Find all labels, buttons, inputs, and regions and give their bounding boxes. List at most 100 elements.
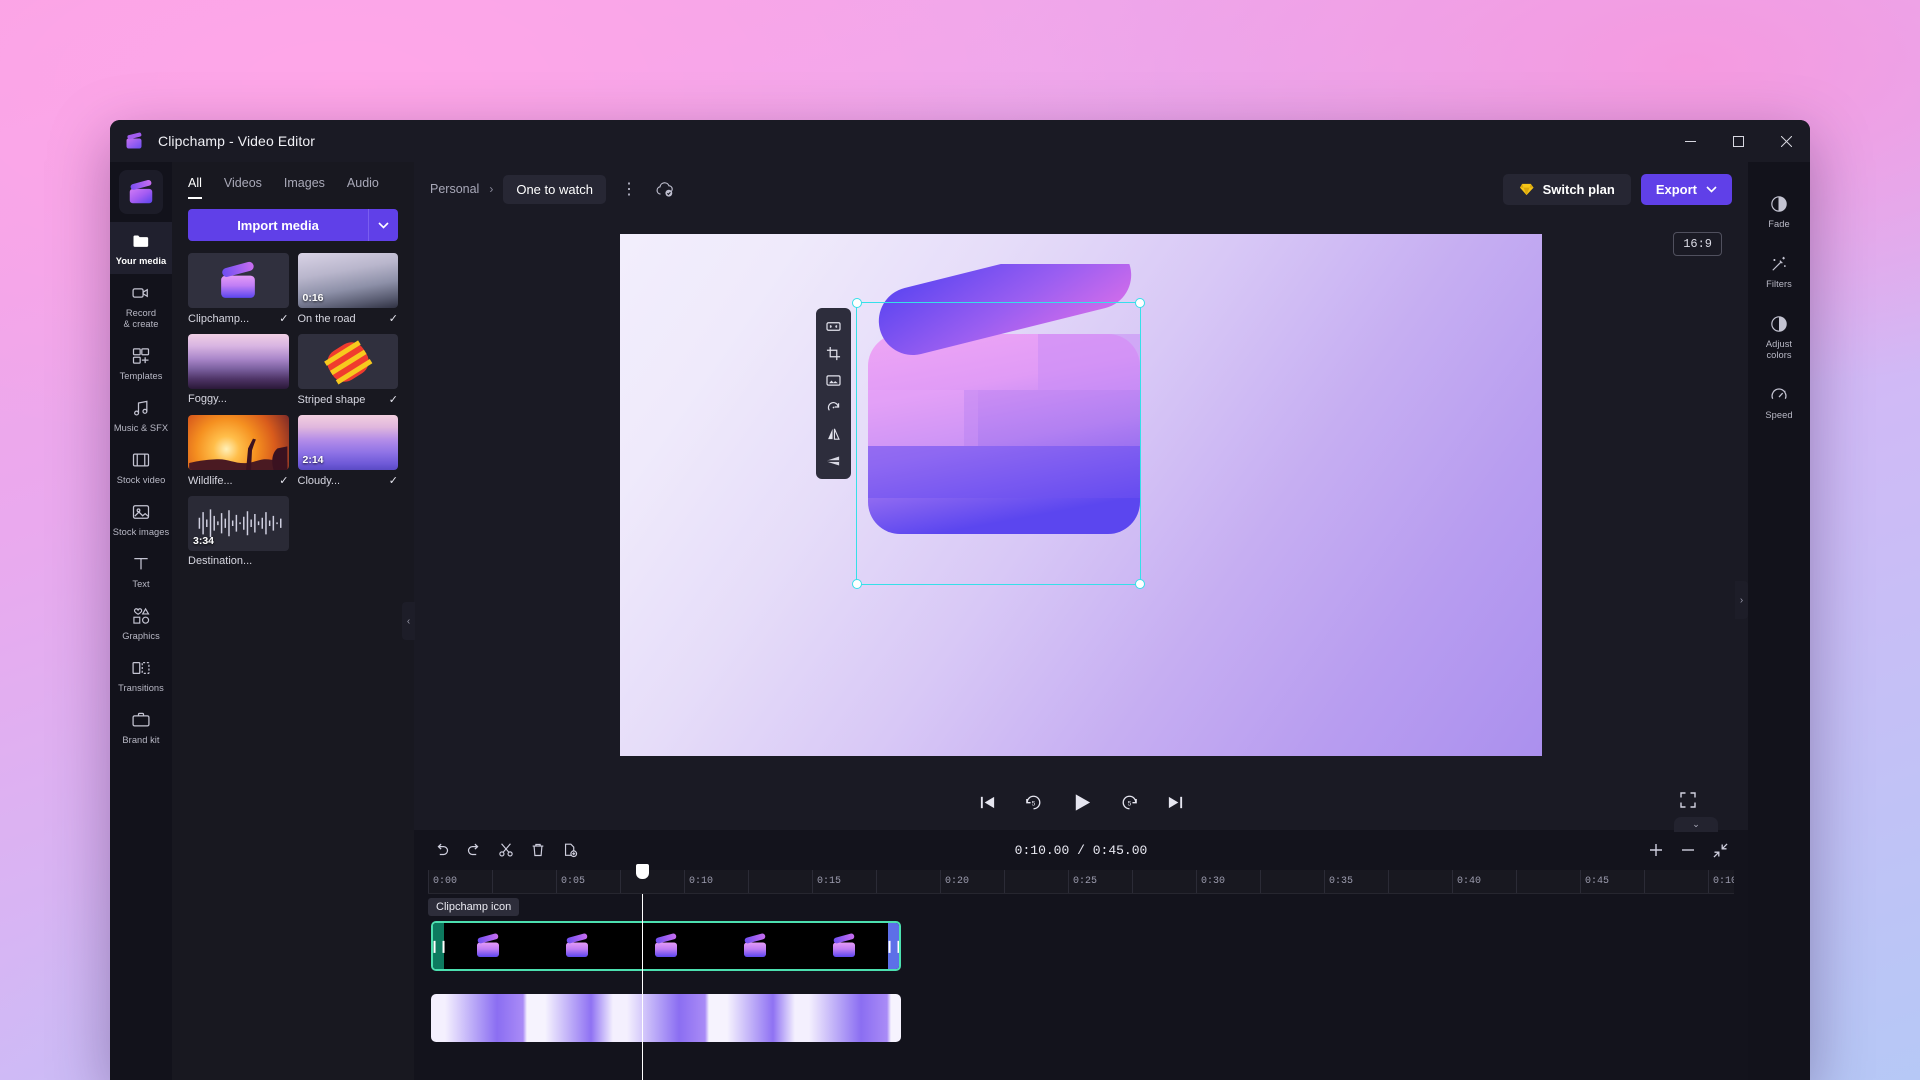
media-item-meta: Striped shape ✓	[298, 393, 399, 407]
right-rail-collapse-button[interactable]: ›	[1735, 581, 1748, 619]
trim-handle-right[interactable]: ❙❙	[884, 923, 899, 969]
breadcrumb-personal[interactable]: Personal	[430, 182, 479, 196]
rotate-icon[interactable]	[821, 396, 847, 418]
media-filter-tabs: All Videos Images Audio	[172, 162, 414, 199]
clip-frame-strip	[444, 923, 888, 969]
import-media-button[interactable]: Import media	[188, 209, 368, 241]
svg-text:5: 5	[1127, 800, 1131, 807]
ruler-tick: 0:00	[428, 870, 457, 893]
resize-handle-top-left[interactable]	[852, 298, 862, 308]
tool-speed[interactable]: Speed	[1748, 373, 1810, 433]
video-clip[interactable]: ❙❙ ❙❙	[431, 921, 901, 971]
sidebar-item-brand-kit[interactable]: Brand kit	[110, 701, 172, 753]
delete-trash-icon[interactable]	[524, 837, 552, 863]
skip-to-end-icon[interactable]	[1167, 794, 1184, 811]
cloud-check-icon[interactable]	[652, 176, 678, 202]
diamond-gem-icon	[1519, 183, 1534, 195]
media-grid: Clipchamp... ✓ 0:16 On the road ✓ Foggy.…	[172, 253, 414, 567]
media-item[interactable]: 2:14 Cloudy... ✓	[297, 415, 398, 487]
fit-to-width-icon[interactable]	[821, 315, 847, 337]
media-item[interactable]: Striped shape ✓	[297, 334, 399, 407]
sidebar-label: Your media	[115, 256, 167, 266]
media-item[interactable]: 3:34 Destination...	[188, 496, 289, 567]
duplicate-icon[interactable]	[556, 837, 584, 863]
more-options-icon[interactable]: ⋮	[616, 176, 642, 202]
tool-filters[interactable]: Filters	[1748, 242, 1810, 302]
media-thumbnail	[297, 334, 398, 389]
undo-icon[interactable]	[428, 837, 456, 863]
folder-icon	[133, 235, 149, 247]
chevron-down-icon	[378, 221, 389, 229]
resize-handle-bottom-right[interactable]	[1135, 579, 1145, 589]
trim-handle-left[interactable]: ❙❙	[433, 923, 449, 969]
zoom-out-button[interactable]	[1674, 837, 1702, 863]
sidebar-item-music-sfx[interactable]: Music & SFX	[110, 389, 172, 441]
sidebar-item-text[interactable]: Text	[110, 545, 172, 597]
media-item[interactable]: Clipchamp... ✓	[188, 253, 289, 325]
sidebar-label: Text	[132, 579, 150, 589]
ruler-tick: 0:15	[812, 870, 841, 893]
import-dropdown-caret[interactable]	[368, 209, 398, 241]
fit-timeline-icon[interactable]	[1706, 837, 1734, 863]
tab-audio[interactable]: Audio	[347, 176, 379, 199]
tab-videos[interactable]: Videos	[224, 176, 262, 199]
playhead[interactable]	[636, 864, 649, 1080]
media-item[interactable]: 0:16 On the road ✓	[297, 253, 398, 325]
export-label: Export	[1655, 181, 1697, 197]
tool-adjust-colors[interactable]: Adjust colors	[1748, 302, 1810, 373]
audio-clip[interactable]	[431, 994, 901, 1042]
tool-label: Filters	[1766, 279, 1792, 289]
ruler-tick: 0:10	[1708, 870, 1734, 893]
video-preview-canvas[interactable]	[620, 234, 1542, 756]
export-button[interactable]: Export	[1640, 173, 1732, 205]
sidebar-item-templates[interactable]: Templates	[110, 337, 172, 389]
media-duration-badge: 2:14	[302, 454, 324, 466]
ruler-tick: 0:35	[1324, 870, 1353, 893]
project-name-field[interactable]: One to watch	[503, 174, 606, 204]
sidebar-item-stock-images[interactable]: Stock images	[110, 493, 172, 545]
tool-fade[interactable]: Fade	[1748, 182, 1810, 242]
resize-handle-bottom-left[interactable]	[852, 579, 862, 589]
tab-all[interactable]: All	[188, 176, 202, 199]
sidebar-item-graphics[interactable]: Graphics	[110, 597, 172, 649]
timeline-ruler[interactable]: 0:00 0:05 0:10 0:15 0:20 0:25 0:30 0:35	[428, 870, 1734, 894]
sidebar-item-record-create[interactable]: Record & create	[110, 274, 172, 337]
sidebar-item-your-media[interactable]: Your media	[110, 222, 172, 274]
minimize-button[interactable]	[1666, 120, 1714, 162]
skew-icon[interactable]	[821, 450, 847, 472]
split-scissors-icon[interactable]	[492, 837, 520, 863]
media-item-name: Wildlife...	[188, 474, 233, 487]
skip-to-start-icon[interactable]	[979, 794, 996, 811]
music-note-icon	[134, 400, 148, 416]
clip-frame-thumbnail	[832, 933, 855, 957]
tab-images[interactable]: Images	[284, 176, 325, 199]
canvas-wrapper	[414, 216, 1748, 774]
media-item[interactable]: Wildlife... ✓	[188, 415, 289, 487]
resize-handle-top-right[interactable]	[1135, 298, 1145, 308]
play-button[interactable]	[1071, 792, 1092, 813]
rewind-5-icon[interactable]: 5	[1024, 793, 1043, 812]
media-added-check-icon: ✓	[388, 475, 398, 487]
crop-icon[interactable]	[821, 342, 847, 364]
switch-plan-button[interactable]: Switch plan	[1502, 173, 1631, 205]
right-properties-rail: Fade Filters Adjust colors Speed	[1748, 162, 1810, 1080]
fade-circle-icon	[1771, 196, 1787, 212]
flip-horizontal-icon[interactable]	[821, 423, 847, 445]
media-item[interactable]: Foggy...	[188, 334, 289, 406]
forward-5-icon[interactable]: 5	[1120, 793, 1139, 812]
picture-in-picture-icon[interactable]	[821, 369, 847, 391]
redo-icon[interactable]	[460, 837, 488, 863]
maximize-button[interactable]	[1714, 120, 1762, 162]
ruler-tick-minor	[1388, 870, 1393, 893]
selection-bounding-box[interactable]	[852, 298, 1145, 589]
sidebar-label: Graphics	[122, 631, 160, 641]
clip-frame-thumbnail	[477, 933, 500, 957]
close-button[interactable]	[1762, 120, 1810, 162]
fullscreen-icon[interactable]	[1680, 791, 1696, 813]
zoom-in-button[interactable]	[1642, 837, 1670, 863]
sidebar-label: Transitions	[118, 683, 164, 693]
timeline-tracks: Clipchamp icon ❙❙ ❙❙	[428, 864, 1734, 1080]
sidebar-item-transitions[interactable]: Transitions	[110, 649, 172, 701]
media-thumbnail	[188, 334, 289, 389]
sidebar-item-stock-video[interactable]: Stock video	[110, 441, 172, 493]
